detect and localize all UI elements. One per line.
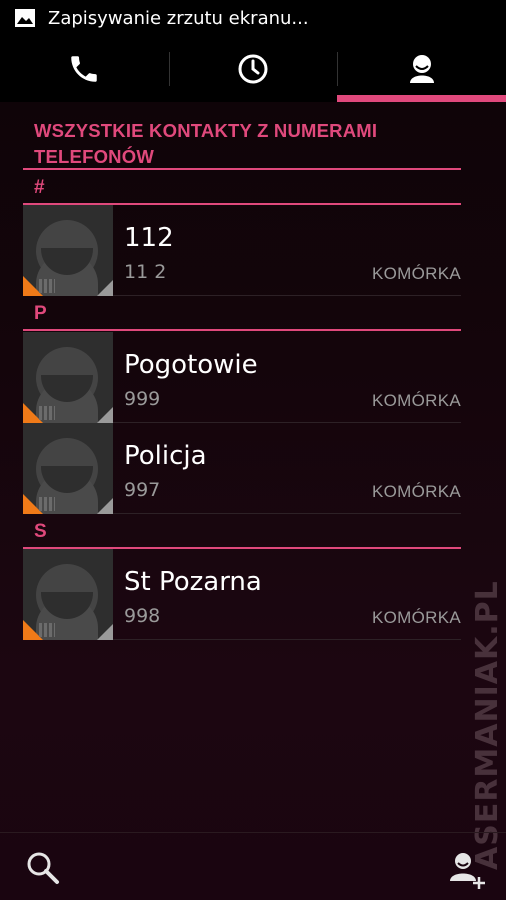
status-bar: Zapisywanie zrzutu ekranu... <box>0 0 506 36</box>
contact-row[interactable]: 112 11 2 KOMÓRKA <box>23 205 461 296</box>
section-header: S <box>23 519 461 549</box>
contact-row[interactable]: St Pozarna 998 KOMÓRKA <box>23 549 461 640</box>
tab-phone[interactable] <box>0 36 169 102</box>
section-header: # <box>23 175 461 205</box>
tab-bar <box>0 36 506 102</box>
contact-avatar[interactable] <box>23 423 113 514</box>
section-letter: S <box>34 521 47 542</box>
title-divider <box>23 168 461 170</box>
quick-contact-corner-icon <box>97 624 113 640</box>
search-icon <box>24 852 62 891</box>
watermark-text: ASERMANIAK.PL <box>470 580 505 870</box>
tab-recent[interactable] <box>168 36 338 102</box>
search-button[interactable] <box>24 849 62 887</box>
add-contact-icon <box>446 853 488 895</box>
contact-number: 999 <box>124 388 161 410</box>
phone-icon <box>67 52 101 86</box>
contact-row[interactable]: Policja 997 KOMÓRKA <box>23 423 461 514</box>
contact-name: 112 <box>124 223 174 253</box>
list-title: WSZYSTKIE KONTAKTY Z NUMERAMI TELEFONÓW <box>34 120 378 167</box>
section-header: P <box>23 301 461 331</box>
notification-text: Zapisywanie zrzutu ekranu... <box>48 7 309 29</box>
person-icon <box>405 52 439 86</box>
contact-type: KOMÓRKA <box>371 482 461 501</box>
quick-contact-corner-icon <box>97 498 113 514</box>
sim-card-icon <box>39 406 55 420</box>
contact-type: KOMÓRKA <box>371 608 461 627</box>
contact-avatar[interactable] <box>23 205 113 296</box>
contact-name: St Pozarna <box>124 567 262 597</box>
contact-number: 998 <box>124 605 161 627</box>
contact-type: KOMÓRKA <box>371 264 461 283</box>
tab-contacts[interactable] <box>337 36 506 102</box>
contact-type: KOMÓRKA <box>371 391 461 410</box>
quick-contact-corner-icon <box>97 407 113 423</box>
contact-avatar[interactable] <box>23 332 113 423</box>
section-letter: # <box>34 177 45 198</box>
sim-card-icon <box>39 623 55 637</box>
bottom-action-bar <box>0 832 506 900</box>
contact-number: 997 <box>124 479 161 501</box>
clock-icon <box>236 52 270 86</box>
contact-row[interactable]: Pogotowie 999 KOMÓRKA <box>23 332 461 423</box>
picture-icon <box>14 8 36 28</box>
section-letter: P <box>34 303 47 324</box>
add-contact-button[interactable] <box>446 849 488 891</box>
contact-name: Policja <box>124 441 207 471</box>
sim-card-icon <box>39 279 55 293</box>
contact-number: 11 2 <box>124 261 167 283</box>
contact-avatar[interactable] <box>23 549 113 640</box>
contact-name: Pogotowie <box>124 350 258 380</box>
quick-contact-corner-icon <box>97 280 113 296</box>
sim-card-icon <box>39 497 55 511</box>
